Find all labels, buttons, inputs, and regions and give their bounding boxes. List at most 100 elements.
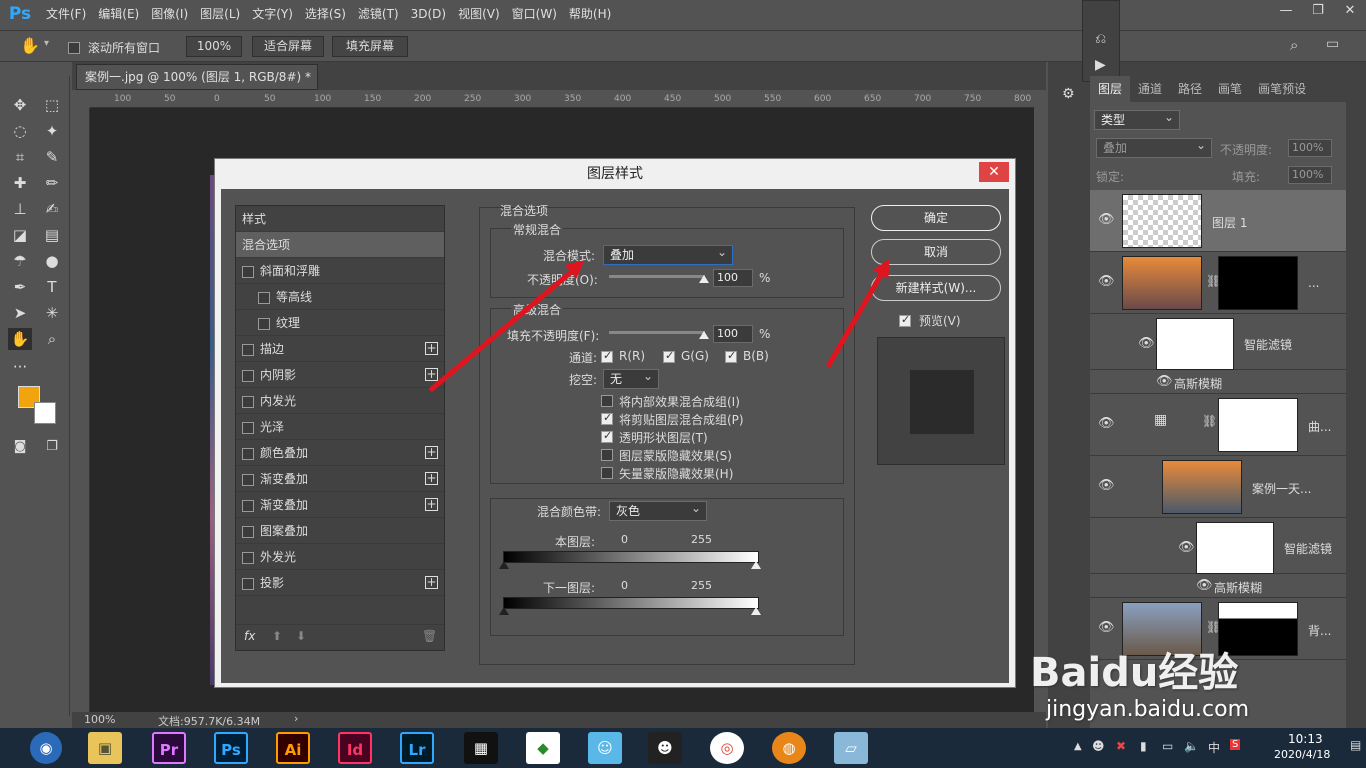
menu-type[interactable]: 文字(Y) — [246, 0, 299, 28]
style-item-checkbox[interactable] — [242, 577, 254, 590]
magic-wand-tool-icon[interactable]: ✦ — [40, 120, 64, 142]
styles-header[interactable]: 样式 — [236, 206, 444, 232]
premiere-icon[interactable]: Pr — [152, 732, 186, 764]
style-item[interactable]: 斜面和浮雕 — [236, 258, 444, 284]
app-icon[interactable]: ◆ — [526, 732, 560, 764]
tab-layers[interactable]: 图层 — [1090, 76, 1131, 102]
style-item[interactable]: 纹理 — [236, 310, 444, 336]
channel-g-checkbox[interactable] — [663, 349, 675, 363]
zoom-100-button[interactable]: 100% — [186, 36, 242, 57]
photoshop-icon[interactable]: Ps — [214, 732, 248, 764]
visibility-eye-icon[interactable]: 👁 — [1178, 540, 1195, 555]
scroll-all-checkbox[interactable] — [68, 40, 80, 54]
properties-icon[interactable]: ⚙ — [1062, 86, 1075, 102]
style-item-checkbox[interactable] — [242, 265, 254, 278]
style-item-checkbox[interactable] — [242, 499, 254, 512]
stamp-tool-icon[interactable]: ⊥ — [8, 198, 32, 220]
lightroom-icon[interactable]: Lr — [400, 732, 434, 764]
more-tools-icon[interactable]: ··· — [8, 356, 32, 378]
style-item[interactable]: 等高线 — [236, 284, 444, 310]
qq-tray-icon[interactable]: ☻ — [1092, 739, 1105, 753]
visibility-eye-icon[interactable]: 👁 — [1156, 374, 1173, 389]
tray-expand-icon[interactable]: ▲ — [1074, 741, 1082, 752]
opacity-slider-knob[interactable] — [699, 275, 709, 283]
ime-indicator[interactable]: 中 — [1208, 739, 1220, 756]
blend-if-select[interactable]: 灰色 — [609, 499, 707, 521]
indesign-icon[interactable]: Id — [338, 732, 372, 764]
visibility-eye-icon[interactable]: 👁 — [1098, 478, 1115, 493]
history-brush-icon[interactable]: ✍ — [40, 198, 64, 220]
opacity-input[interactable]: 100 — [713, 269, 753, 287]
crop-tool-icon[interactable]: ⌗ — [8, 146, 32, 168]
add-style-icon[interactable]: + — [425, 576, 438, 589]
menu-select[interactable]: 选择(S) — [299, 0, 352, 28]
style-item[interactable]: 投影 + — [236, 570, 444, 596]
style-item[interactable]: 图案叠加 — [236, 518, 444, 544]
file-explorer-icon[interactable]: ▣ — [88, 732, 122, 764]
channel-r-checkbox[interactable] — [601, 349, 613, 363]
visibility-eye-icon[interactable]: 👁 — [1138, 336, 1155, 351]
chevron-down-icon[interactable]: ▾ — [44, 38, 49, 49]
path-select-icon[interactable]: ➤ — [8, 302, 32, 324]
move-up-icon[interactable]: ⬆ — [272, 629, 282, 643]
style-item[interactable]: 描边 + — [236, 336, 444, 362]
video-editor-icon[interactable]: ▦ — [464, 732, 498, 764]
add-style-icon[interactable]: + — [425, 498, 438, 511]
add-style-icon[interactable]: + — [425, 368, 438, 381]
clock-time[interactable]: 10:13 — [1288, 732, 1323, 746]
layer-filter-select[interactable]: 类型 — [1094, 108, 1180, 130]
chat-app-icon[interactable]: ☺ — [588, 732, 622, 764]
menu-3d[interactable]: 3D(D) — [405, 0, 452, 28]
channel-b-checkbox[interactable] — [725, 349, 737, 363]
layer-fill-input[interactable]: 100% — [1288, 166, 1332, 184]
sogou-ime-icon[interactable]: S — [1230, 739, 1241, 750]
fx-icon[interactable]: fx — [244, 629, 255, 643]
vector-mask-hides-checkbox[interactable] — [601, 465, 613, 479]
tab-brushes[interactable]: 画笔 — [1210, 76, 1250, 102]
visibility-eye-icon[interactable]: 👁 — [1196, 578, 1213, 593]
add-style-icon[interactable]: + — [425, 472, 438, 485]
blend-interior-checkbox[interactable] — [601, 393, 613, 407]
style-item-checkbox[interactable] — [242, 369, 254, 382]
new-style-button[interactable]: 新建样式(W)... — [871, 275, 1001, 301]
visibility-eye-icon[interactable]: 👁 — [1098, 212, 1115, 227]
notification-icon[interactable]: ▤ — [1350, 738, 1361, 752]
tab-paths[interactable]: 路径 — [1170, 76, 1210, 102]
style-item[interactable]: 光泽 — [236, 414, 444, 440]
style-item-checkbox[interactable] — [242, 551, 254, 564]
clock-date[interactable]: 2020/4/18 — [1274, 748, 1330, 761]
type-tool-icon[interactable]: T — [40, 276, 64, 298]
illustrator-icon[interactable]: Ai — [276, 732, 310, 764]
menu-layer[interactable]: 图层(L) — [194, 0, 246, 28]
layer-row[interactable]: 👁 图层 1 — [1090, 190, 1346, 252]
visibility-eye-icon[interactable]: 👁 — [1098, 620, 1115, 635]
visibility-eye-icon[interactable]: 👁 — [1098, 416, 1115, 431]
background-color-swatch[interactable] — [34, 402, 56, 424]
fill-opacity-input[interactable]: 100 — [713, 325, 753, 343]
style-item-checkbox[interactable] — [242, 343, 254, 356]
document-tab[interactable]: 案例一.jpg @ 100% (图层 1, RGB/8#) *✕ — [76, 64, 318, 90]
style-item[interactable]: 渐变叠加 + — [236, 492, 444, 518]
menu-view[interactable]: 视图(V) — [452, 0, 506, 28]
move-down-icon[interactable]: ⬇ — [296, 629, 306, 643]
lasso-tool-icon[interactable]: ◌ — [8, 120, 32, 142]
layer-row[interactable]: 👁 ▦ ⛓ 曲... — [1090, 394, 1346, 456]
style-item[interactable]: 颜色叠加 + — [236, 440, 444, 466]
blend-mode-select[interactable]: 叠加 — [603, 243, 733, 265]
style-item-checkbox[interactable] — [242, 447, 254, 460]
chrome-icon[interactable]: ◎ — [710, 732, 744, 764]
layer-row[interactable]: 👁 ⛓ ... — [1090, 252, 1346, 314]
menu-edit[interactable]: 编辑(E) — [92, 0, 145, 28]
transparency-shapes-checkbox[interactable] — [601, 429, 613, 443]
style-item-checkbox[interactable] — [242, 525, 254, 538]
marquee-tool-icon[interactable]: ⬚ — [40, 94, 64, 116]
actions-play-icon[interactable]: ▶ — [1095, 57, 1106, 73]
preview-checkbox[interactable] — [899, 313, 911, 327]
restore-icon[interactable]: ❐ — [1302, 0, 1334, 24]
style-item[interactable]: 混合选项 — [236, 232, 444, 258]
tab-brush-presets[interactable]: 画笔预设 — [1250, 76, 1314, 102]
battery-icon[interactable]: ▮ — [1140, 739, 1147, 753]
style-item-checkbox[interactable] — [242, 421, 254, 434]
knockout-select[interactable]: 无 — [603, 367, 659, 389]
workspace-icon[interactable]: ▭ — [1326, 36, 1339, 52]
